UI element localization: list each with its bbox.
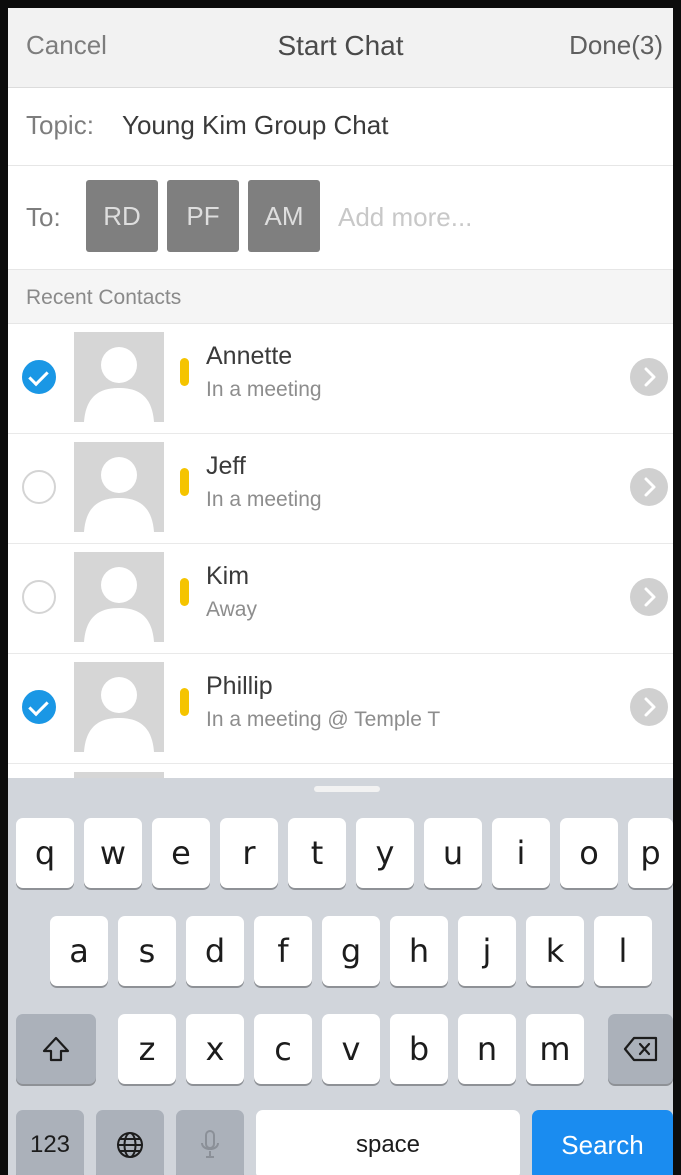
nav-bar: Cancel Start Chat Done(3) bbox=[8, 8, 673, 88]
key-i[interactable]: i bbox=[492, 818, 550, 888]
key-z[interactable]: z bbox=[118, 1014, 176, 1084]
key-d[interactable]: d bbox=[186, 916, 244, 986]
microphone-key[interactable] bbox=[176, 1110, 244, 1175]
key-s[interactable]: s bbox=[118, 916, 176, 986]
key-p[interactable]: p bbox=[628, 818, 673, 888]
key-g[interactable]: g bbox=[322, 916, 380, 986]
recipients-row: To: RD PF AM Add more... bbox=[8, 166, 673, 270]
backspace-icon bbox=[623, 1036, 657, 1062]
checkbox-unchecked-icon[interactable] bbox=[22, 580, 56, 614]
key-x[interactable]: x bbox=[186, 1014, 244, 1084]
on-screen-keyboard: q w e r t y u i o p a s d f g h j k l z … bbox=[8, 778, 673, 1175]
key-t[interactable]: t bbox=[288, 818, 346, 888]
topic-row[interactable]: Topic: Young Kim Group Chat bbox=[8, 88, 673, 166]
key-y[interactable]: y bbox=[356, 818, 414, 888]
contact-row[interactable]: Phillip In a meeting @ Temple T bbox=[8, 654, 673, 764]
contact-status: In a meeting @ Temple T bbox=[206, 708, 441, 731]
key-u[interactable]: u bbox=[424, 818, 482, 888]
contact-status: In a meeting bbox=[206, 378, 322, 401]
contact-name: Annette bbox=[206, 342, 293, 370]
numbers-key[interactable]: 123 bbox=[16, 1110, 84, 1175]
backspace-key[interactable] bbox=[608, 1014, 673, 1084]
key-e[interactable]: e bbox=[152, 818, 210, 888]
key-k[interactable]: k bbox=[526, 916, 584, 986]
checkbox-checked-icon[interactable] bbox=[22, 690, 56, 724]
recent-contacts-header: Recent Contacts bbox=[8, 270, 673, 324]
contact-status: Away bbox=[206, 598, 257, 621]
globe-key[interactable] bbox=[96, 1110, 164, 1175]
chevron-right-icon[interactable] bbox=[630, 358, 668, 396]
shift-icon bbox=[42, 1036, 70, 1062]
key-w[interactable]: w bbox=[84, 818, 142, 888]
presence-indicator-icon bbox=[180, 688, 189, 716]
recipient-chip[interactable]: PF bbox=[167, 180, 239, 252]
contact-name: Kim bbox=[206, 562, 250, 590]
contact-row[interactable]: Annette In a meeting bbox=[8, 324, 673, 434]
search-key[interactable]: Search bbox=[532, 1110, 673, 1175]
presence-indicator-icon bbox=[180, 578, 189, 606]
key-h[interactable]: h bbox=[390, 916, 448, 986]
checkbox-checked-icon[interactable] bbox=[22, 360, 56, 394]
recipient-chip[interactable]: RD bbox=[86, 180, 158, 252]
key-c[interactable]: c bbox=[254, 1014, 312, 1084]
avatar bbox=[74, 332, 164, 422]
key-v[interactable]: v bbox=[322, 1014, 380, 1084]
presence-indicator-icon bbox=[180, 468, 189, 496]
contact-status: In a meeting bbox=[206, 488, 322, 511]
avatar bbox=[74, 662, 164, 752]
key-a[interactable]: a bbox=[50, 916, 108, 986]
to-label: To: bbox=[26, 202, 61, 232]
checkbox-unchecked-icon[interactable] bbox=[22, 470, 56, 504]
key-m[interactable]: m bbox=[526, 1014, 584, 1084]
key-n[interactable]: n bbox=[458, 1014, 516, 1084]
contact-name: Jeff bbox=[206, 452, 246, 480]
shift-key[interactable] bbox=[16, 1014, 96, 1084]
chevron-right-icon[interactable] bbox=[630, 578, 668, 616]
microphone-icon bbox=[201, 1130, 219, 1158]
presence-indicator-icon bbox=[180, 358, 189, 386]
recipient-chip[interactable]: AM bbox=[248, 180, 320, 252]
key-q[interactable]: q bbox=[16, 818, 74, 888]
space-key[interactable]: space bbox=[256, 1110, 520, 1175]
contact-row[interactable]: Kim Away bbox=[8, 544, 673, 654]
chevron-right-icon[interactable] bbox=[630, 688, 668, 726]
chevron-right-icon[interactable] bbox=[630, 468, 668, 506]
key-o[interactable]: o bbox=[560, 818, 618, 888]
key-l[interactable]: l bbox=[594, 916, 652, 986]
topic-input[interactable]: Young Kim Group Chat bbox=[122, 110, 388, 141]
key-j[interactable]: j bbox=[458, 916, 516, 986]
done-button[interactable]: Done(3) bbox=[569, 30, 663, 61]
avatar bbox=[74, 552, 164, 642]
keyboard-grabber[interactable] bbox=[314, 786, 380, 792]
avatar bbox=[74, 442, 164, 532]
globe-icon bbox=[117, 1132, 143, 1158]
key-f[interactable]: f bbox=[254, 916, 312, 986]
contact-row[interactable]: Jeff In a meeting bbox=[8, 434, 673, 544]
key-r[interactable]: r bbox=[220, 818, 278, 888]
add-more-input[interactable]: Add more... bbox=[338, 202, 472, 233]
topic-label: Topic: bbox=[26, 110, 94, 140]
app-frame: Cancel Start Chat Done(3) Topic: Young K… bbox=[0, 0, 681, 1175]
section-title: Recent Contacts bbox=[26, 286, 182, 309]
key-b[interactable]: b bbox=[390, 1014, 448, 1084]
contact-name: Phillip bbox=[206, 672, 273, 700]
